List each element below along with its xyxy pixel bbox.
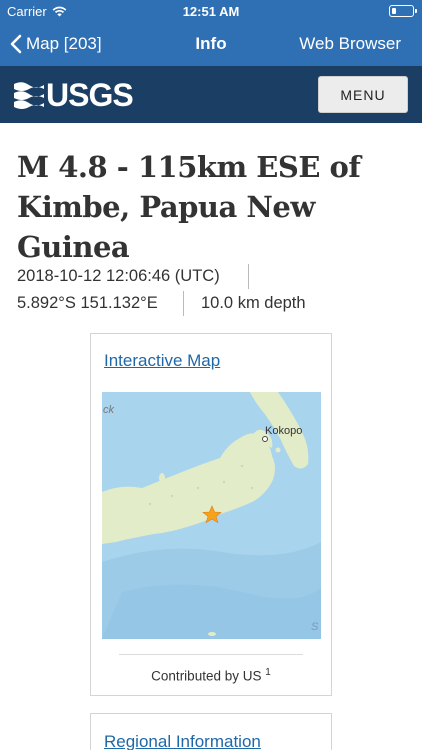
contributed-by: Contributed by US 1 (91, 667, 331, 684)
menu-button[interactable]: MENU (318, 76, 408, 113)
event-title: M 4.8 - 115km ESE of Kimbe, Papua New Gu… (17, 150, 361, 264)
status-time: 12:51 AM (182, 4, 240, 19)
regional-information-card: Regional Information (90, 713, 332, 750)
map-edge-label-left: ck (103, 404, 114, 416)
map-place-label: Kokopo (265, 425, 303, 437)
map-thumbnail[interactable]: Kokopo ck S (102, 392, 321, 639)
event-datetime: 2018-10-12 12:06:46 (UTC) (17, 267, 220, 285)
city-marker-icon (262, 436, 268, 442)
interactive-map-link[interactable]: Interactive Map (104, 351, 220, 371)
regional-information-link[interactable]: Regional Information (104, 732, 261, 750)
card-divider (119, 654, 303, 655)
meta-divider (248, 264, 249, 289)
back-button[interactable]: Map [203] (10, 22, 102, 66)
event-depth: 10.0 km depth (201, 294, 306, 312)
meta-divider (183, 291, 184, 316)
chevron-left-icon (10, 34, 22, 54)
contributed-text: Contributed by US (151, 668, 262, 684)
battery-icon (389, 5, 417, 17)
event-coordinates: 5.892°S 151.132°E (17, 294, 158, 312)
map-edge-label-right: S (311, 621, 319, 633)
usgs-wordmark: USGS (46, 77, 134, 113)
status-bar: Carrier 12:51 AM (0, 0, 422, 22)
contributed-footnote: 1 (265, 667, 271, 678)
interactive-map-card: Interactive Map Kokopo ck S Contributed … (90, 333, 332, 696)
usgs-wave-icon (14, 82, 44, 109)
back-button-label: Map [203] (26, 34, 102, 53)
navigation-bar: Map [203] Info Web Browser (0, 22, 422, 66)
usgs-header: USGS MENU (0, 66, 422, 123)
battery-level (391, 7, 397, 14)
usgs-logo[interactable]: USGS (14, 77, 134, 113)
web-browser-button[interactable]: Web Browser (299, 22, 401, 66)
